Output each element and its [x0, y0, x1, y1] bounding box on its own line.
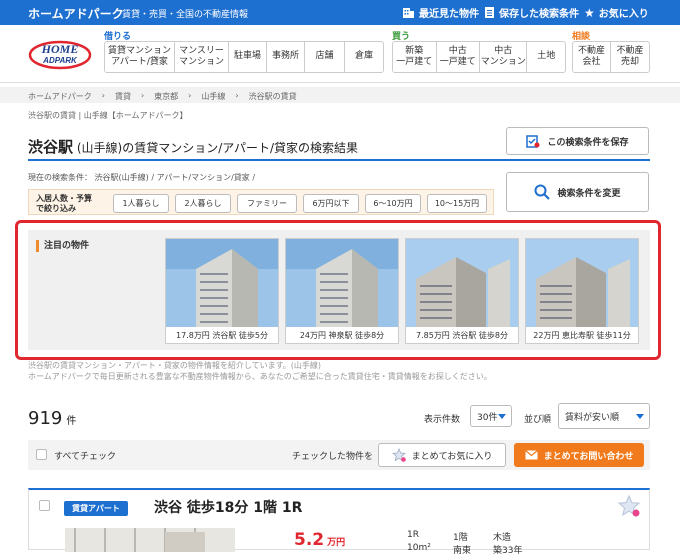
nav-rent-office[interactable]: 事務所 — [267, 42, 305, 72]
filter-chip-couple[interactable]: 2人暮らし — [175, 194, 231, 213]
nav-buy-buttons: 新築 一戸建て 中古 一戸建て 中古 マンション 土地 — [392, 41, 566, 73]
bulk-inquiry-label: まとめてお問い合わせ — [543, 451, 634, 462]
breadcrumb-home[interactable]: ホームアドパーク — [28, 91, 92, 103]
highlight-frame — [15, 220, 661, 360]
star-icon: ★ — [584, 5, 595, 20]
save-checklist-icon — [526, 135, 540, 148]
checked-items-label: チェックした物件を — [292, 452, 374, 462]
header: HOME ADPARK 借りる 賃貸マンション アパート/貸家 マンスリー マン… — [0, 25, 680, 83]
nav-buy-used-mansion[interactable]: 中古 マンション — [480, 42, 528, 72]
filter-chip-6to10[interactable]: 6〜10万円 — [365, 194, 421, 213]
nav-consult-buttons: 不動産 会社 不動産 売却 — [572, 41, 650, 73]
title-underline — [28, 159, 650, 161]
sort-label: 並び順 — [524, 415, 552, 425]
nav-rent-parking[interactable]: 駐車場 — [229, 42, 267, 72]
breadcrumb-current: 渋谷駅の賃貸 — [248, 92, 297, 101]
document-icon — [485, 7, 494, 18]
sort-value: 賃料が安い順 — [565, 412, 620, 423]
nav-buy-land[interactable]: 土地 — [527, 42, 565, 72]
nav-buy-new-house[interactable]: 新築 一戸建て — [393, 42, 437, 72]
svg-text:ADPARK: ADPARK — [42, 56, 78, 65]
property-photo — [65, 528, 235, 552]
save-search-label: この検索条件を保存 — [547, 137, 629, 148]
per-page-label: 表示件数 — [424, 415, 461, 425]
result-count-number: 919 — [28, 408, 63, 429]
listing-checkbox[interactable] — [39, 500, 50, 511]
search-icon — [534, 184, 551, 200]
nav-consult-label: 相談 — [572, 32, 591, 42]
filter-chip-10to15[interactable]: 10〜15万円 — [427, 194, 487, 213]
home-adpark-logo[interactable]: HOME ADPARK — [28, 38, 92, 72]
listing-floor: 1階 — [453, 533, 468, 543]
building-icon — [403, 8, 414, 18]
chevron-down-icon — [498, 414, 506, 419]
bulk-inquiry-button[interactable]: まとめてお問い合わせ — [514, 443, 644, 467]
price-unit: 万円 — [327, 538, 346, 548]
nav-rent-group: 借りる 賃貸マンション アパート/貸家 マンスリー マンション 駐車場 事務所 … — [104, 29, 384, 73]
site-brand[interactable]: ホームアドパーク — [28, 5, 124, 22]
change-search-button[interactable]: 検索条件を変更 — [506, 172, 649, 212]
sort-select[interactable]: 賃料が安い順 — [558, 403, 650, 429]
listing-price: 5.2 万円 — [294, 530, 345, 550]
nav-consult-group: 相談 不動産 会社 不動産 売却 — [572, 29, 650, 73]
chevron-down-icon — [636, 414, 644, 419]
per-page-value: 30件 — [477, 412, 498, 423]
saved-search-link[interactable]: 保存した検索条件 — [484, 5, 579, 20]
filter-chip-under6[interactable]: 6万円以下 — [303, 194, 359, 213]
listing-structure: 木造 — [493, 533, 512, 543]
page-title: 渋谷駅 (山手線)の賃貸マンション/アパート/貸家の検索結果 — [28, 136, 358, 157]
check-all-label[interactable]: すべてチェック — [54, 449, 116, 462]
current-conditions: 現在の検索条件： 渋谷駅(山手線) / アパート/マンション/貸家 / — [28, 173, 256, 182]
nav-buy-used-house[interactable]: 中古 一戸建て — [437, 42, 480, 72]
nav-rent-monthly[interactable]: マンスリー マンション — [175, 42, 229, 72]
breadcrumb-yamanote[interactable]: 山手線 — [201, 91, 225, 103]
budget-filter-bar: 入居人数・予算 で絞り込み 1人暮らし 2人暮らし ファミリー 6万円以下 6〜… — [28, 189, 494, 215]
nav-rent-buttons: 賃貸マンション アパート/貸家 マンスリー マンション 駐車場 事務所 店舗 倉… — [104, 41, 384, 73]
description-line-1: 渋谷駅の賃貸マンション・アパート・貸家の物件情報を紹介しています。(山手線) — [28, 361, 322, 370]
filter-label: 入居人数・予算 で絞り込み — [36, 194, 92, 213]
favorites-label: お気に入り — [598, 9, 649, 20]
recent-viewed-link[interactable]: 最近見た物件 — [402, 5, 479, 20]
check-all-checkbox[interactable] — [36, 449, 47, 460]
result-count-unit: 件 — [66, 416, 77, 427]
description-line-2: ホームアドパークで毎日更新される豊富な不動産物件情報から、あなたのご希望に合った… — [28, 372, 492, 381]
bulk-favorite-button[interactable]: まとめてお気に入り — [378, 443, 506, 467]
nav-rent-shop[interactable]: 店舗 — [305, 42, 345, 72]
property-listing: 賃貸アパート 渋谷 徒歩18分 1階 1R 5.2 万円 1R 10m² 1階 南… — [28, 488, 650, 556]
bulk-favorite-label: まとめてお気に入り — [411, 451, 493, 462]
breadcrumb-tokyo[interactable]: 東京都 — [154, 91, 178, 103]
star-plus-icon — [391, 448, 406, 462]
nav-rent-warehouse[interactable]: 倉庫 — [345, 42, 383, 72]
saved-search-label: 保存した検索条件 — [499, 9, 579, 20]
listing-layout: 1R — [407, 530, 419, 540]
site-tagline: 賃貸・売買・全国の不動産情報 — [122, 10, 249, 20]
filter-chip-family[interactable]: ファミリー — [237, 194, 297, 213]
breadcrumb-rent[interactable]: 賃貸 — [115, 91, 131, 103]
svg-text:HOME: HOME — [41, 42, 79, 56]
property-type-badge: 賃貸アパート — [64, 501, 128, 516]
filter-chip-single[interactable]: 1人暮らし — [113, 194, 169, 213]
top-bar: ホームアドパーク 賃貸・売買・全国の不動産情報 最近見た物件 保存した検索条件 … — [0, 0, 680, 25]
page-title-rest: (山手線)の賃貸マンション/アパート/貸家の検索結果 — [73, 141, 359, 155]
recent-viewed-label: 最近見た物件 — [419, 9, 479, 20]
change-search-label: 検索条件を変更 — [557, 188, 621, 199]
price-value: 5.2 — [294, 530, 325, 550]
nav-buy-group: 買う 新築 一戸建て 中古 一戸建て 中古 マンション 土地 — [392, 29, 566, 73]
result-count: 919 件 — [28, 408, 76, 429]
per-page-select[interactable]: 30件 — [470, 405, 512, 427]
nav-consult-sell[interactable]: 不動産 売却 — [611, 42, 649, 72]
nav-consult-company[interactable]: 不動産 会社 — [573, 42, 612, 72]
save-search-button[interactable]: この検索条件を保存 — [506, 127, 649, 155]
page-title-station: 渋谷駅 — [28, 138, 74, 156]
nav-rent-apartment[interactable]: 賃貸マンション アパート/貸家 — [105, 42, 175, 72]
nav-rent-label: 借りる — [104, 32, 132, 42]
favorites-link[interactable]: ★ お気に入り — [584, 5, 649, 21]
mail-icon — [524, 450, 538, 460]
favorite-star-icon[interactable] — [617, 494, 641, 518]
nav-buy-label: 買う — [392, 32, 411, 42]
listing-area: 10m² — [407, 543, 431, 553]
listing-title[interactable]: 渋谷 徒歩18分 1階 1R — [154, 497, 302, 517]
breadcrumb: ホームアドパーク › 賃貸 › 東京都 › 山手線 › 渋谷駅の賃貸 — [0, 87, 680, 103]
page-meta-text: 渋谷駅の賃貸 | 山手線【ホームアドパーク】 — [28, 111, 188, 120]
